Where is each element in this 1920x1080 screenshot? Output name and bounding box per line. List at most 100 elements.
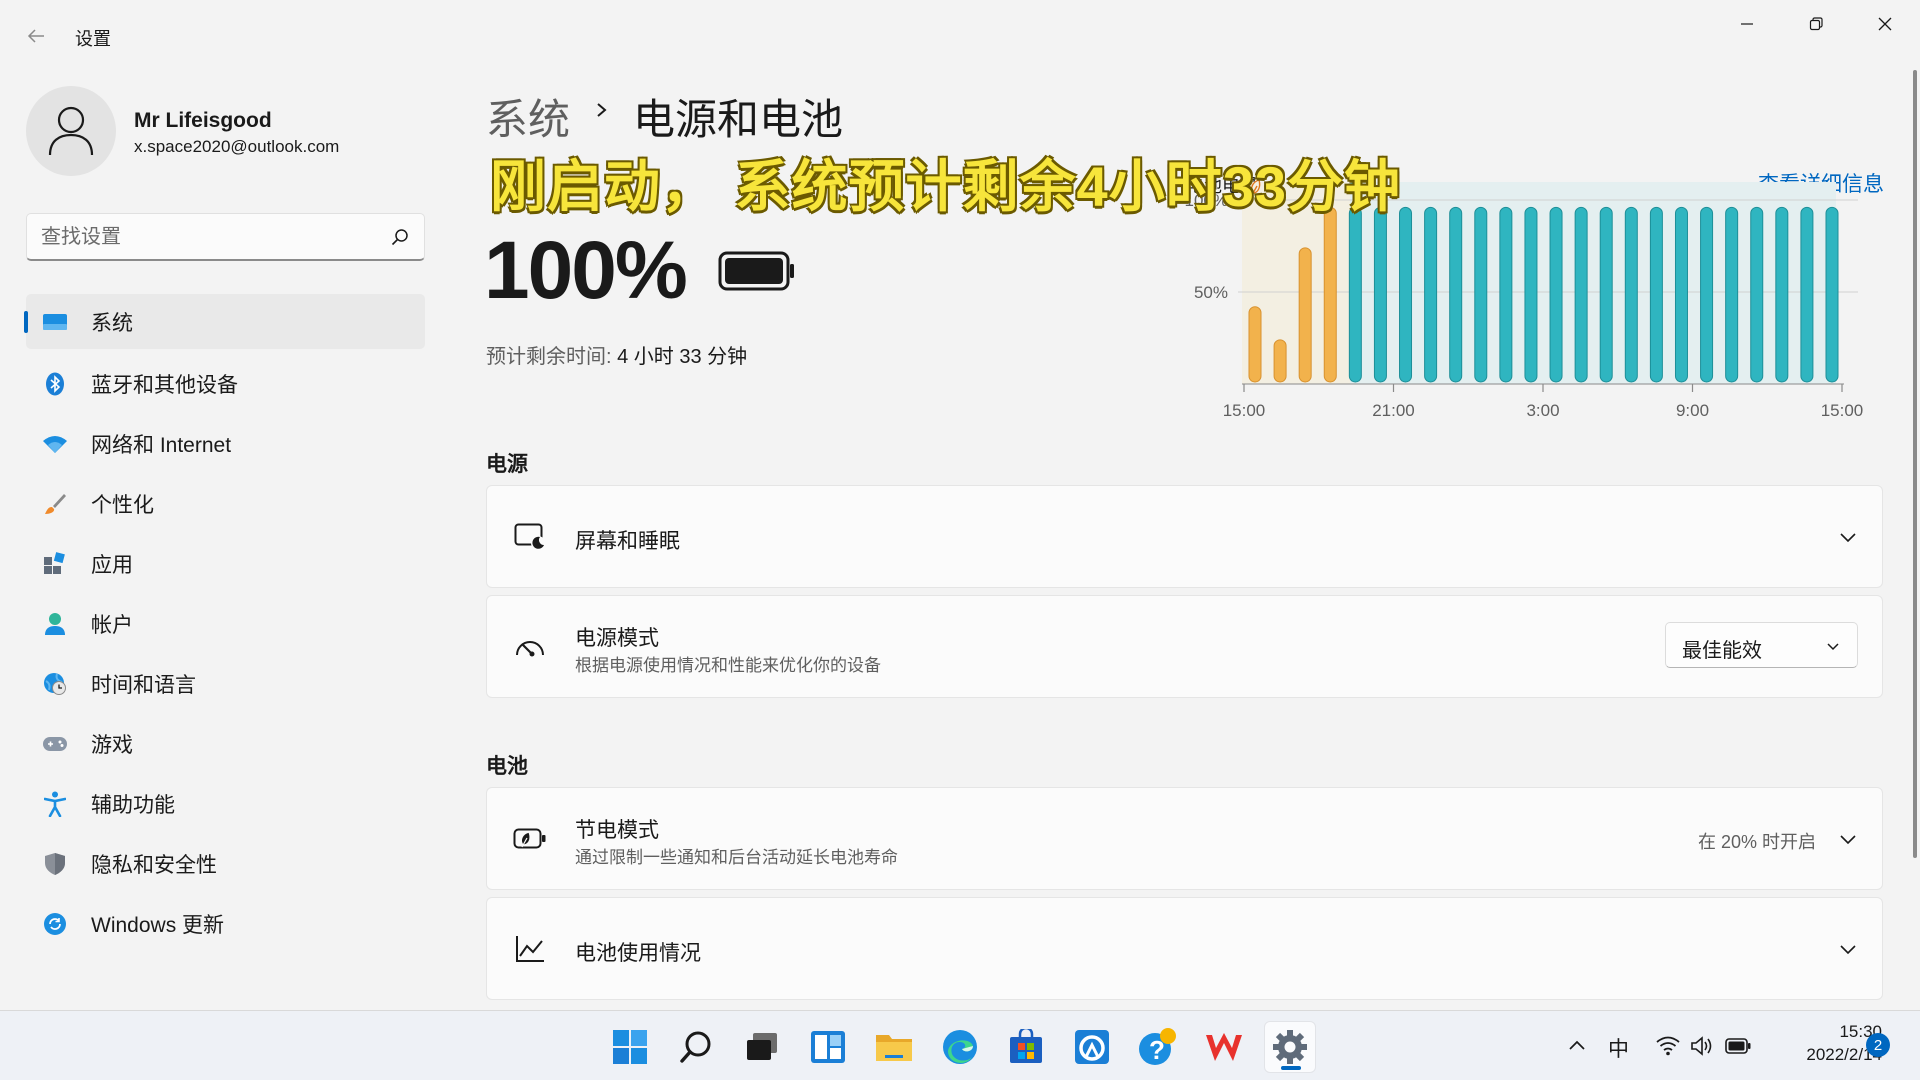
power-mode-selected: 最佳能效 xyxy=(1682,634,1762,663)
taskbar-widgets[interactable] xyxy=(802,1021,854,1073)
battery-bar-charging xyxy=(1675,207,1687,382)
sidebar-item-windows-update[interactable]: Windows 更新 xyxy=(26,894,425,954)
battery-bar-charging xyxy=(1701,207,1713,382)
sidebar-item-label: 应用 xyxy=(91,549,133,579)
store-icon xyxy=(1008,1029,1044,1065)
power-mode-select[interactable]: 最佳能效 xyxy=(1665,622,1858,668)
sidebar-item-privacy[interactable]: 隐私和安全性 xyxy=(26,834,425,894)
search-icon xyxy=(679,1030,713,1064)
sidebar-item-label: 个性化 xyxy=(91,489,154,519)
taskbar-file-explorer[interactable] xyxy=(868,1021,920,1073)
screen-sleep-card[interactable]: 屏幕和睡眠 xyxy=(486,485,1883,588)
battery-usage-card[interactable]: 电池使用情况 xyxy=(486,897,1883,1000)
system-icon xyxy=(42,309,68,335)
battery-bar-charging xyxy=(1751,207,1763,382)
battery-full-icon xyxy=(718,251,796,291)
power-mode-subtitle: 根据电源使用情况和性能来优化你的设备 xyxy=(575,651,881,676)
back-button[interactable] xyxy=(18,18,54,54)
taskbar-search[interactable] xyxy=(670,1021,722,1073)
accessibility-icon xyxy=(42,791,68,817)
sidebar-item-label: 隐私和安全性 xyxy=(91,849,217,879)
battery-percentage: 100% xyxy=(484,224,686,318)
battery-bar-charging xyxy=(1826,207,1838,382)
battery-bar-discharging xyxy=(1249,307,1261,382)
taskbar-tips[interactable]: ? xyxy=(1132,1021,1184,1073)
sidebar-item-apps[interactable]: 应用 xyxy=(26,534,425,594)
x-tick-label: 3:00 xyxy=(1526,401,1559,420)
taskbar-task-view[interactable] xyxy=(736,1021,788,1073)
ime-indicator[interactable]: 中 xyxy=(1608,1033,1629,1063)
avatar[interactable] xyxy=(26,86,116,176)
screen-sleep-icon xyxy=(513,520,547,554)
battery-bar-charging xyxy=(1550,207,1562,382)
x-tick-label: 9:00 xyxy=(1676,401,1709,420)
gauge-icon xyxy=(513,630,547,664)
taskbar-app[interactable] xyxy=(1066,1021,1118,1073)
search-input[interactable] xyxy=(41,224,381,250)
battery-saver-subtitle: 通过限制一些通知和后台活动延长电池寿命 xyxy=(575,843,898,868)
close-button[interactable] xyxy=(1851,0,1919,48)
chevron-down-icon[interactable] xyxy=(1838,527,1858,547)
taskbar: ? 中 xyxy=(0,1010,1920,1080)
x-tick-label: 21:00 xyxy=(1372,401,1415,420)
chevron-down-icon[interactable] xyxy=(1838,829,1858,849)
settings-icon xyxy=(1271,1028,1309,1066)
battery-bar-discharging xyxy=(1324,207,1336,382)
sidebar-item-label: 时间和语言 xyxy=(91,669,196,699)
search-box[interactable] xyxy=(26,213,425,261)
taskbar-wps[interactable] xyxy=(1198,1021,1250,1073)
wifi-icon xyxy=(42,431,68,457)
sidebar-item-system[interactable]: 系统 xyxy=(26,294,425,349)
battery-bar-charging xyxy=(1600,207,1612,382)
tray-wifi[interactable] xyxy=(1655,1033,1681,1059)
file-explorer-icon xyxy=(875,1031,913,1063)
chevron-down-icon xyxy=(1825,638,1841,654)
battery-bar-charging xyxy=(1575,207,1587,382)
battery-bar-charging xyxy=(1349,207,1361,382)
globe-clock-icon xyxy=(42,671,68,697)
battery-saver-card[interactable]: 节电模式 通过限制一些通知和后台活动延长电池寿命 在 20% 时开启 xyxy=(486,787,1883,890)
breadcrumb-parent[interactable]: 系统 xyxy=(486,86,570,147)
app-icon xyxy=(1074,1029,1110,1065)
battery-bar-charging xyxy=(1650,207,1662,382)
chevron-right-icon xyxy=(590,92,614,128)
sidebar-item-bluetooth[interactable]: 蓝牙和其他设备 xyxy=(26,354,425,414)
sidebar-item-label: 蓝牙和其他设备 xyxy=(91,369,238,399)
tray-volume[interactable] xyxy=(1689,1033,1715,1059)
sidebar-item-gaming[interactable]: 游戏 xyxy=(26,714,425,774)
notification-badge[interactable]: 2 xyxy=(1866,1033,1890,1057)
sidebar-item-network[interactable]: 网络和 Internet xyxy=(26,414,425,474)
battery-usage-title: 电池使用情况 xyxy=(575,937,701,967)
battery-bar-charging xyxy=(1726,207,1738,382)
chevron-down-icon[interactable] xyxy=(1838,939,1858,959)
tray-overflow-button[interactable] xyxy=(1564,1033,1590,1059)
battery-bar-charging xyxy=(1625,207,1637,382)
sidebar-item-accounts[interactable]: 帐户 xyxy=(26,594,425,654)
remaining-time-value: 4 小时 33 分钟 xyxy=(617,346,747,368)
taskbar-store[interactable] xyxy=(1000,1021,1052,1073)
close-icon xyxy=(1877,16,1893,32)
user-icon xyxy=(47,105,95,157)
taskbar-edge[interactable] xyxy=(934,1021,986,1073)
battery-saver-icon xyxy=(513,822,547,856)
minimize-button[interactable] xyxy=(1713,0,1781,48)
restore-button[interactable] xyxy=(1782,0,1850,48)
battery-saver-status: 在 20% 时开启 xyxy=(1698,828,1816,854)
taskbar-start[interactable] xyxy=(604,1021,656,1073)
battery-bar-discharging xyxy=(1274,340,1286,382)
battery-bar-charging xyxy=(1500,207,1512,382)
scrollbar[interactable] xyxy=(1913,70,1917,858)
task-view-icon xyxy=(745,1031,779,1063)
title-bar: 设置 xyxy=(0,0,1920,64)
sidebar-item-accessibility[interactable]: 辅助功能 xyxy=(26,774,425,834)
sidebar-item-label: Windows 更新 xyxy=(91,909,224,939)
remaining-time-label: 预计剩余时间: xyxy=(486,346,612,368)
taskbar-settings[interactable] xyxy=(1264,1021,1316,1073)
search-icon[interactable] xyxy=(390,227,410,247)
sidebar-item-personalization[interactable]: 个性化 xyxy=(26,474,425,534)
battery-bar-charging xyxy=(1475,207,1487,382)
sidebar-item-time-language[interactable]: 时间和语言 xyxy=(26,654,425,714)
tips-icon: ? xyxy=(1138,1027,1178,1067)
user-name: Mr Lifeisgood xyxy=(134,109,272,133)
tray-battery[interactable] xyxy=(1725,1033,1751,1059)
